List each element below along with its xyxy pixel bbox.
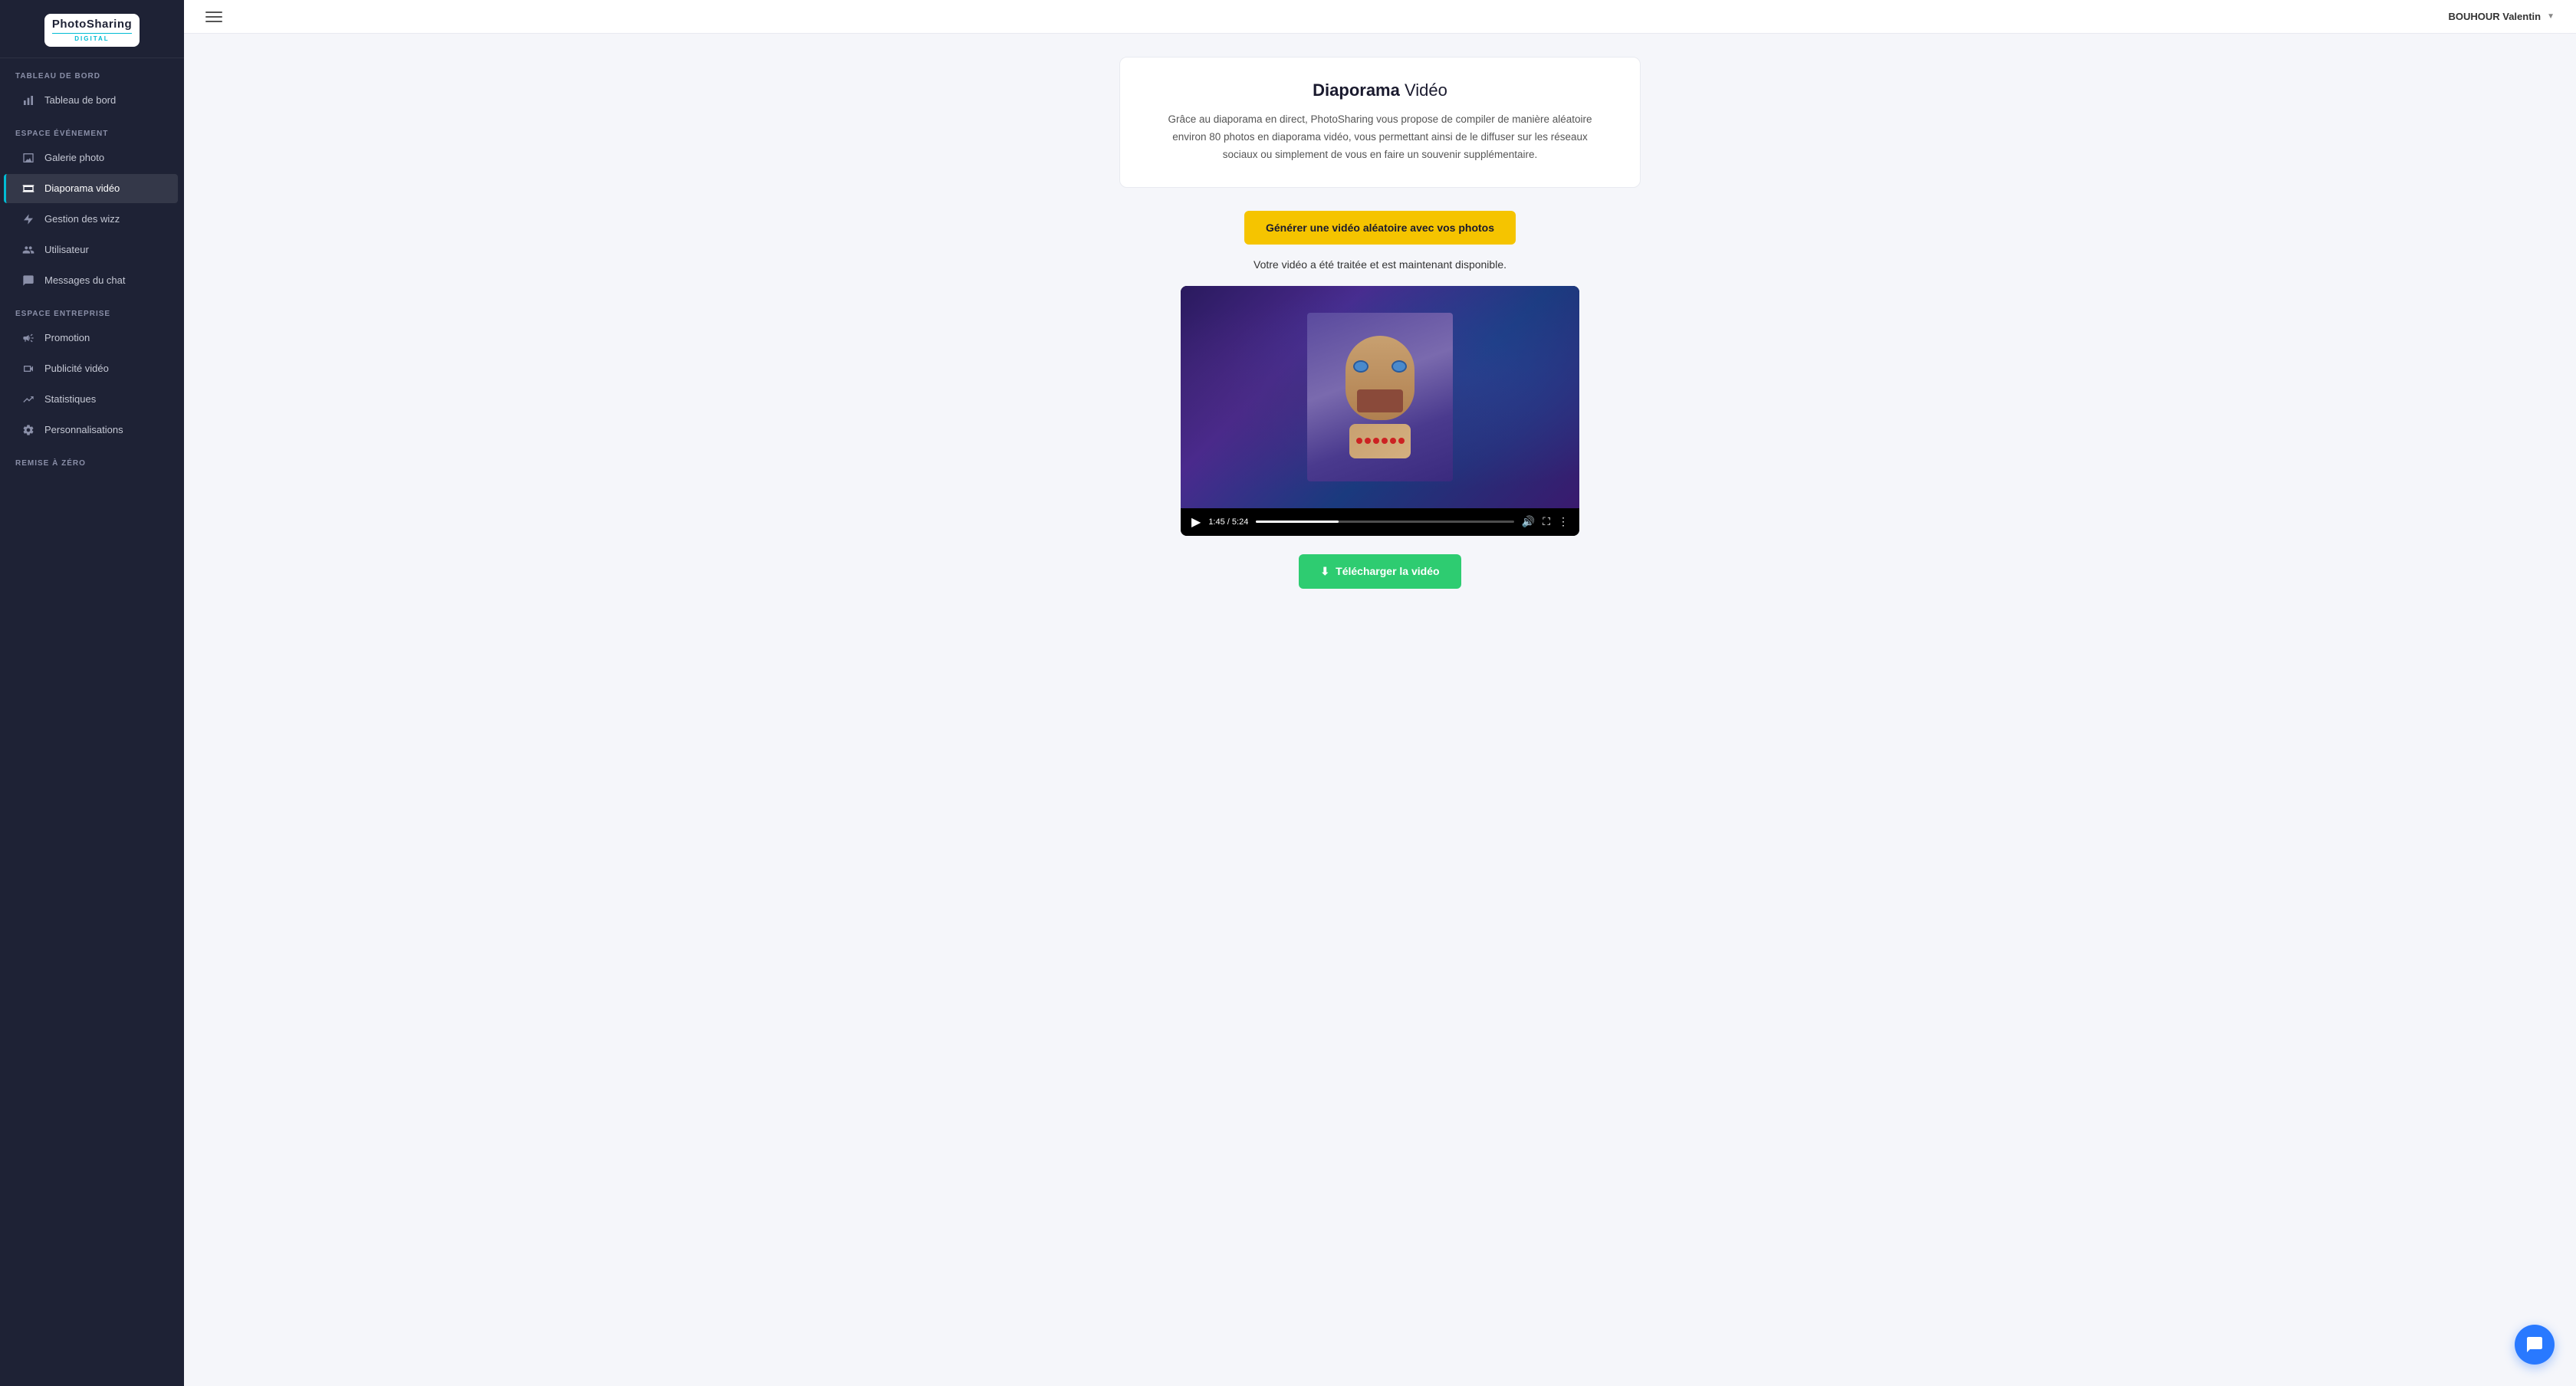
sidebar-section-evenement: ESPACE ÉVÉNEMENT xyxy=(0,116,184,143)
stats-icon xyxy=(21,392,35,406)
logo-text-main: PhotoSharing xyxy=(52,18,132,31)
sidebar-item-publicite-video[interactable]: Publicité vidéo xyxy=(6,354,178,383)
video-status: Votre vidéo a été traitée et est mainten… xyxy=(1254,258,1506,271)
control-icons: 🔊 ⛶ ⋮ xyxy=(1522,515,1569,528)
user-name: BOUHOUR Valentin xyxy=(2448,11,2541,22)
sidebar-item-label: Statistiques xyxy=(44,393,96,405)
card-title-bold: Diaporama xyxy=(1313,80,1400,100)
logo-text-sub: Digital xyxy=(52,33,132,42)
fullscreen-icon[interactable]: ⛶ xyxy=(1543,515,1550,528)
sidebar-section-tableau: TABLEAU DE BORD xyxy=(0,58,184,85)
lightning-icon xyxy=(21,212,35,226)
image-icon xyxy=(21,151,35,165)
sidebar-item-label: Tableau de bord xyxy=(44,94,116,106)
sidebar-item-label: Diaporama vidéo xyxy=(44,182,120,194)
user-menu[interactable]: BOUHOUR Valentin ▼ xyxy=(2448,11,2555,22)
sidebar-item-utilisateur[interactable]: Utilisateur xyxy=(6,235,178,264)
sidebar-item-statistiques[interactable]: Statistiques xyxy=(6,385,178,414)
progress-bar[interactable] xyxy=(1256,521,1513,523)
download-button[interactable]: ⬇ Télécharger la vidéo xyxy=(1299,554,1460,589)
chat-icon xyxy=(21,274,35,287)
chat-bubble-icon xyxy=(2525,1335,2544,1354)
card-title: Diaporama Vidéo xyxy=(1166,80,1594,100)
sidebar-item-label: Utilisateur xyxy=(44,244,89,255)
sidebar-item-label: Publicité vidéo xyxy=(44,363,109,374)
gear-icon xyxy=(21,423,35,437)
sidebar-item-gestion-des-wizz[interactable]: Gestion des wizz xyxy=(6,205,178,234)
progress-fill xyxy=(1256,521,1339,523)
slideshow-icon xyxy=(21,182,35,195)
video-frame xyxy=(1307,313,1453,481)
video-thumbnail xyxy=(1181,286,1579,508)
sidebar-item-messages-du-chat[interactable]: Messages du chat xyxy=(6,266,178,295)
sidebar-item-label: Promotion xyxy=(44,332,90,343)
chart-icon xyxy=(21,94,35,107)
video-time: 1:45 / 5:24 xyxy=(1208,517,1248,527)
chevron-down-icon: ▼ xyxy=(2547,12,2555,21)
sidebar-item-label: Personnalisations xyxy=(44,424,123,435)
sidebar-item-promotion[interactable]: Promotion xyxy=(6,324,178,353)
sidebar-item-label: Galerie photo xyxy=(44,152,104,163)
download-label: Télécharger la vidéo xyxy=(1336,565,1439,577)
sidebar-item-label: Gestion des wizz xyxy=(44,213,120,225)
sidebar-item-tableau-de-bord[interactable]: Tableau de bord xyxy=(6,86,178,115)
sidebar-section-entreprise: ESPACE ENTREPRISE xyxy=(0,296,184,323)
info-card: Diaporama Vidéo Grâce au diaporama en di… xyxy=(1119,57,1641,188)
sidebar-item-label: Messages du chat xyxy=(44,274,126,286)
card-title-regular: Vidéo xyxy=(1400,80,1447,100)
video-controls-bar: ▶ 1:45 / 5:24 🔊 ⛶ ⋮ xyxy=(1181,508,1579,536)
logo-container: PhotoSharing Digital xyxy=(0,0,184,58)
sidebar-item-personnalisations[interactable]: Personnalisations xyxy=(6,415,178,445)
volume-icon[interactable]: 🔊 xyxy=(1522,515,1535,528)
video-player: ▶ 1:45 / 5:24 🔊 ⛶ ⋮ xyxy=(1181,286,1579,536)
card-description: Grâce au diaporama en direct, PhotoShari… xyxy=(1166,111,1594,164)
sidebar-section-remise: REMISE À ZÉRO xyxy=(0,445,184,472)
logo-box: PhotoSharing Digital xyxy=(44,14,140,47)
download-icon: ⬇ xyxy=(1320,565,1329,578)
megaphone-icon xyxy=(21,331,35,345)
sidebar: PhotoSharing Digital TABLEAU DE BORD Tab… xyxy=(0,0,184,1386)
sidebar-item-galerie-photo[interactable]: Galerie photo xyxy=(6,143,178,172)
topbar: BOUHOUR Valentin ▼ xyxy=(184,0,2576,34)
play-button[interactable]: ▶ xyxy=(1191,514,1201,530)
more-options-icon[interactable]: ⋮ xyxy=(1558,515,1569,528)
chat-bubble[interactable] xyxy=(2515,1325,2555,1365)
main-area: BOUHOUR Valentin ▼ Diaporama Vidéo Grâce… xyxy=(184,0,2576,1386)
generate-button[interactable]: Générer une vidéo aléatoire avec vos pho… xyxy=(1244,211,1516,245)
sidebar-item-diaporama-video[interactable]: Diaporama vidéo xyxy=(4,174,178,203)
users-icon xyxy=(21,243,35,257)
content-area: Diaporama Vidéo Grâce au diaporama en di… xyxy=(184,34,2576,1386)
video-icon xyxy=(21,362,35,376)
hamburger-menu[interactable] xyxy=(205,11,222,22)
